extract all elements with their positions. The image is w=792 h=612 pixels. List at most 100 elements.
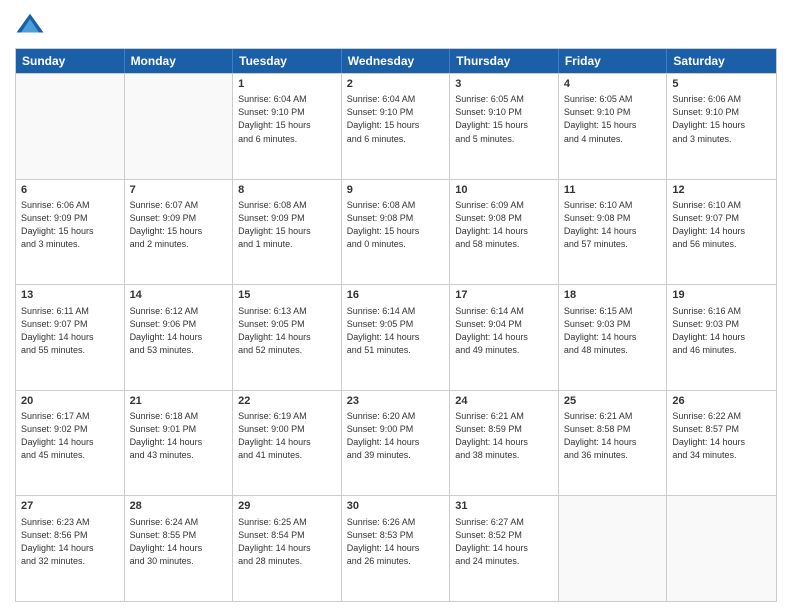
day-cell-13: 13 Sunrise: 6:11 AM Sunset: 9:07 PM Dayli… [16,285,125,390]
day-cell-12: 12Sunrise: 6:10 AM Sunset: 9:07 PM Dayli… [667,180,776,285]
empty-cell [125,74,234,179]
day-number: 13 [21,288,119,303]
day-number: 14 [130,288,228,303]
day-info: Sunrise: 6:16 AM Sunset: 9:03 PM Dayligh… [672,305,771,357]
day-number: 3 [455,77,553,92]
day-cell-11: 11Sunrise: 6:10 AM Sunset: 9:08 PM Dayli… [559,180,668,285]
day-number: 9 [347,183,445,198]
day-number: 6 [21,183,119,198]
day-cell-9: 9Sunrise: 6:08 AM Sunset: 9:08 PM Daylig… [342,180,451,285]
empty-cell [559,496,668,601]
day-cell-31: 31 Sunrise: 6:27 AM Sunset: 8:52 PM Dayli… [450,496,559,601]
day-cell-3: 3Sunrise: 6:05 AM Sunset: 9:10 PM Daylig… [450,74,559,179]
day-info: Sunrise: 6:08 AM Sunset: 9:09 PM Dayligh… [238,199,336,251]
day-info: Sunrise: 6:21 AM Sunset: 8:59 PM Dayligh… [455,410,553,462]
day-cell-6: 6Sunrise: 6:06 AM Sunset: 9:09 PM Daylig… [16,180,125,285]
header-day-saturday: Saturday [667,49,776,73]
header-day-monday: Monday [125,49,234,73]
day-number: 20 [21,394,119,409]
day-info: Sunrise: 6:04 AM Sunset: 9:10 PM Dayligh… [238,93,336,145]
day-cell-21: 21Sunrise: 6:18 AM Sunset: 9:01 PM Dayli… [125,391,234,496]
day-cell-10: 10Sunrise: 6:09 AM Sunset: 9:08 PM Dayli… [450,180,559,285]
day-cell-24: 24Sunrise: 6:21 AM Sunset: 8:59 PM Dayli… [450,391,559,496]
day-cell-26: 26Sunrise: 6:22 AM Sunset: 8:57 PM Dayli… [667,391,776,496]
day-number: 27 [21,499,119,514]
calendar: SundayMondayTuesdayWednesdayThursdayFrid… [15,48,777,602]
header-day-sunday: Sunday [16,49,125,73]
day-info: Sunrise: 6:21 AM Sunset: 8:58 PM Dayligh… [564,410,662,462]
day-number: 16 [347,288,445,303]
calendar-body: 1Sunrise: 6:04 AM Sunset: 9:10 PM Daylig… [16,73,776,601]
day-info: Sunrise: 6:27 AM Sunset: 8:52 PM Dayligh… [455,516,553,568]
day-info: Sunrise: 6:14 AM Sunset: 9:05 PM Dayligh… [347,305,445,357]
day-number: 28 [130,499,228,514]
day-info: Sunrise: 6:05 AM Sunset: 9:10 PM Dayligh… [564,93,662,145]
day-number: 5 [672,77,771,92]
day-cell-14: 14 Sunrise: 6:12 AM Sunset: 9:06 PM Dayli… [125,285,234,390]
day-info: Sunrise: 6:11 AM Sunset: 9:07 PM Dayligh… [21,305,119,357]
day-info: Sunrise: 6:09 AM Sunset: 9:08 PM Dayligh… [455,199,553,251]
day-info: Sunrise: 6:26 AM Sunset: 8:53 PM Dayligh… [347,516,445,568]
day-number: 10 [455,183,553,198]
calendar-row-5: 27 Sunrise: 6:23 AM Sunset: 8:56 PM Dayli… [16,495,776,601]
day-number: 17 [455,288,553,303]
day-info: Sunrise: 6:10 AM Sunset: 9:08 PM Dayligh… [564,199,662,251]
day-cell-15: 15 Sunrise: 6:13 AM Sunset: 9:05 PM Dayli… [233,285,342,390]
day-info: Sunrise: 6:04 AM Sunset: 9:10 PM Dayligh… [347,93,445,145]
day-number: 29 [238,499,336,514]
day-cell-18: 18 Sunrise: 6:15 AM Sunset: 9:03 PM Dayli… [559,285,668,390]
day-number: 25 [564,394,662,409]
logo [15,10,47,40]
day-cell-16: 16 Sunrise: 6:14 AM Sunset: 9:05 PM Dayli… [342,285,451,390]
day-number: 23 [347,394,445,409]
day-info: Sunrise: 6:18 AM Sunset: 9:01 PM Dayligh… [130,410,228,462]
calendar-row-3: 13 Sunrise: 6:11 AM Sunset: 9:07 PM Dayli… [16,284,776,390]
day-info: Sunrise: 6:05 AM Sunset: 9:10 PM Dayligh… [455,93,553,145]
calendar-row-4: 20Sunrise: 6:17 AM Sunset: 9:02 PM Dayli… [16,390,776,496]
header [15,10,777,40]
day-number: 18 [564,288,662,303]
calendar-row-1: 1Sunrise: 6:04 AM Sunset: 9:10 PM Daylig… [16,73,776,179]
day-info: Sunrise: 6:15 AM Sunset: 9:03 PM Dayligh… [564,305,662,357]
day-cell-20: 20Sunrise: 6:17 AM Sunset: 9:02 PM Dayli… [16,391,125,496]
day-number: 31 [455,499,553,514]
day-info: Sunrise: 6:25 AM Sunset: 8:54 PM Dayligh… [238,516,336,568]
day-number: 7 [130,183,228,198]
day-number: 19 [672,288,771,303]
empty-cell [667,496,776,601]
day-info: Sunrise: 6:12 AM Sunset: 9:06 PM Dayligh… [130,305,228,357]
day-info: Sunrise: 6:20 AM Sunset: 9:00 PM Dayligh… [347,410,445,462]
day-number: 30 [347,499,445,514]
day-info: Sunrise: 6:14 AM Sunset: 9:04 PM Dayligh… [455,305,553,357]
day-number: 15 [238,288,336,303]
day-cell-7: 7Sunrise: 6:07 AM Sunset: 9:09 PM Daylig… [125,180,234,285]
day-number: 21 [130,394,228,409]
day-info: Sunrise: 6:06 AM Sunset: 9:09 PM Dayligh… [21,199,119,251]
day-info: Sunrise: 6:13 AM Sunset: 9:05 PM Dayligh… [238,305,336,357]
day-cell-1: 1Sunrise: 6:04 AM Sunset: 9:10 PM Daylig… [233,74,342,179]
day-cell-27: 27 Sunrise: 6:23 AM Sunset: 8:56 PM Dayli… [16,496,125,601]
day-cell-17: 17 Sunrise: 6:14 AM Sunset: 9:04 PM Dayli… [450,285,559,390]
day-number: 22 [238,394,336,409]
day-cell-8: 8Sunrise: 6:08 AM Sunset: 9:09 PM Daylig… [233,180,342,285]
day-info: Sunrise: 6:19 AM Sunset: 9:00 PM Dayligh… [238,410,336,462]
day-cell-28: 28 Sunrise: 6:24 AM Sunset: 8:55 PM Dayli… [125,496,234,601]
day-number: 24 [455,394,553,409]
day-info: Sunrise: 6:07 AM Sunset: 9:09 PM Dayligh… [130,199,228,251]
header-day-wednesday: Wednesday [342,49,451,73]
day-info: Sunrise: 6:06 AM Sunset: 9:10 PM Dayligh… [672,93,771,145]
day-info: Sunrise: 6:23 AM Sunset: 8:56 PM Dayligh… [21,516,119,568]
calendar-header: SundayMondayTuesdayWednesdayThursdayFrid… [16,49,776,73]
day-cell-29: 29 Sunrise: 6:25 AM Sunset: 8:54 PM Dayli… [233,496,342,601]
day-info: Sunrise: 6:17 AM Sunset: 9:02 PM Dayligh… [21,410,119,462]
day-number: 4 [564,77,662,92]
day-cell-25: 25Sunrise: 6:21 AM Sunset: 8:58 PM Dayli… [559,391,668,496]
day-number: 26 [672,394,771,409]
day-cell-5: 5Sunrise: 6:06 AM Sunset: 9:10 PM Daylig… [667,74,776,179]
logo-icon [15,10,45,40]
header-day-friday: Friday [559,49,668,73]
day-number: 8 [238,183,336,198]
day-number: 11 [564,183,662,198]
day-info: Sunrise: 6:24 AM Sunset: 8:55 PM Dayligh… [130,516,228,568]
day-info: Sunrise: 6:22 AM Sunset: 8:57 PM Dayligh… [672,410,771,462]
